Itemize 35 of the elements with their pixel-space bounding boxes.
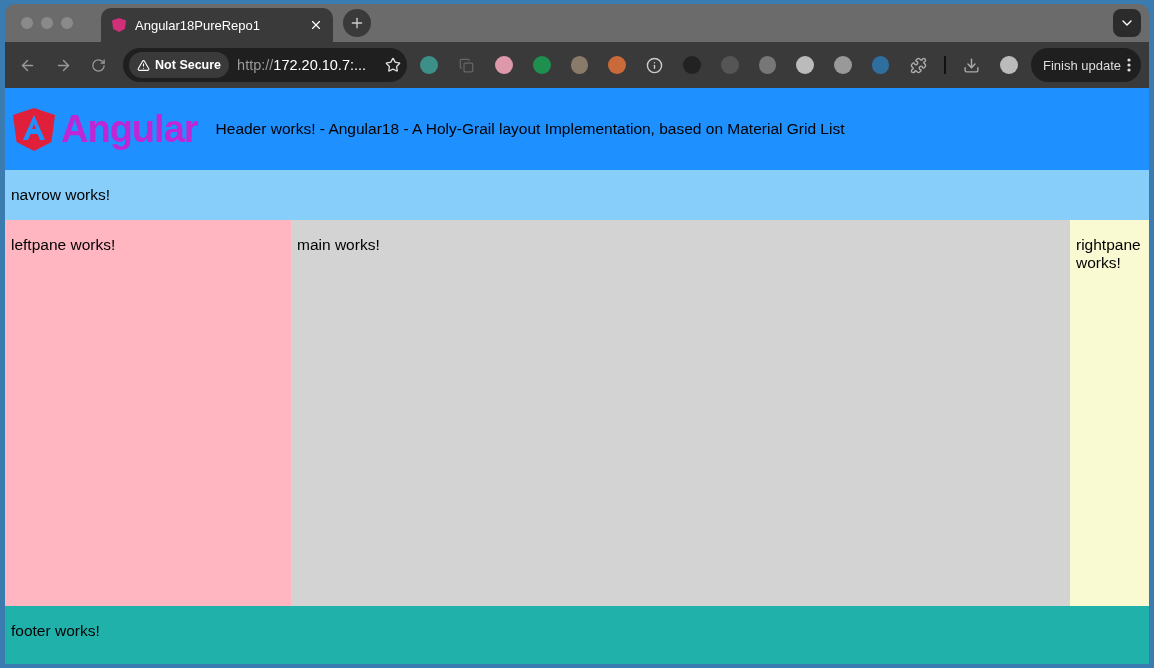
rightpane-text: rightpane works! (1076, 236, 1141, 271)
plus-icon (349, 15, 365, 31)
extension-icon[interactable] (420, 56, 438, 74)
tab-title: Angular18PureRepo1 (135, 17, 262, 33)
close-icon[interactable] (309, 18, 323, 32)
extension-icon[interactable] (608, 56, 626, 74)
logo-text: Angular (61, 107, 198, 151)
warning-icon (137, 58, 151, 72)
extension-icon[interactable] (533, 56, 551, 74)
extension-icon[interactable] (495, 56, 514, 74)
extension-icon[interactable] (834, 56, 852, 74)
extensions-icon[interactable] (909, 56, 927, 74)
footer-text: footer works! (11, 622, 100, 639)
tab-list-button[interactable] (1113, 9, 1141, 37)
profile-avatar[interactable] (1000, 56, 1018, 74)
extension-icon[interactable] (796, 56, 814, 74)
security-chip[interactable]: Not Secure (129, 52, 230, 78)
navrow-text: navrow works! (11, 186, 111, 203)
finish-update-button[interactable]: Finish update (1030, 48, 1142, 82)
browser-tab[interactable]: Angular18PureRepo1 (101, 8, 333, 42)
new-tab-button[interactable] (343, 9, 371, 37)
url-text: http://172.20.10.7:... (237, 57, 368, 73)
main-text: main works! (297, 236, 380, 253)
reload-icon (90, 57, 106, 73)
more-icon (1127, 58, 1132, 72)
download-icon[interactable] (963, 56, 981, 74)
info-icon[interactable] (646, 56, 664, 74)
shield-logo-icon (111, 17, 127, 33)
shield-logo-icon (11, 106, 57, 152)
bookmark-star-icon[interactable] (385, 57, 402, 73)
header-text: Header works! - Angular18 - A Holy-Grail layout Implementation, based on Material Grid List (215, 120, 845, 138)
address-bar[interactable]: Not Secure http://172.20.10.7:... (123, 48, 408, 82)
extension-icon[interactable] (570, 56, 589, 74)
leftpane-text: leftpane works! (11, 236, 116, 253)
extension-icon[interactable] (758, 56, 777, 74)
